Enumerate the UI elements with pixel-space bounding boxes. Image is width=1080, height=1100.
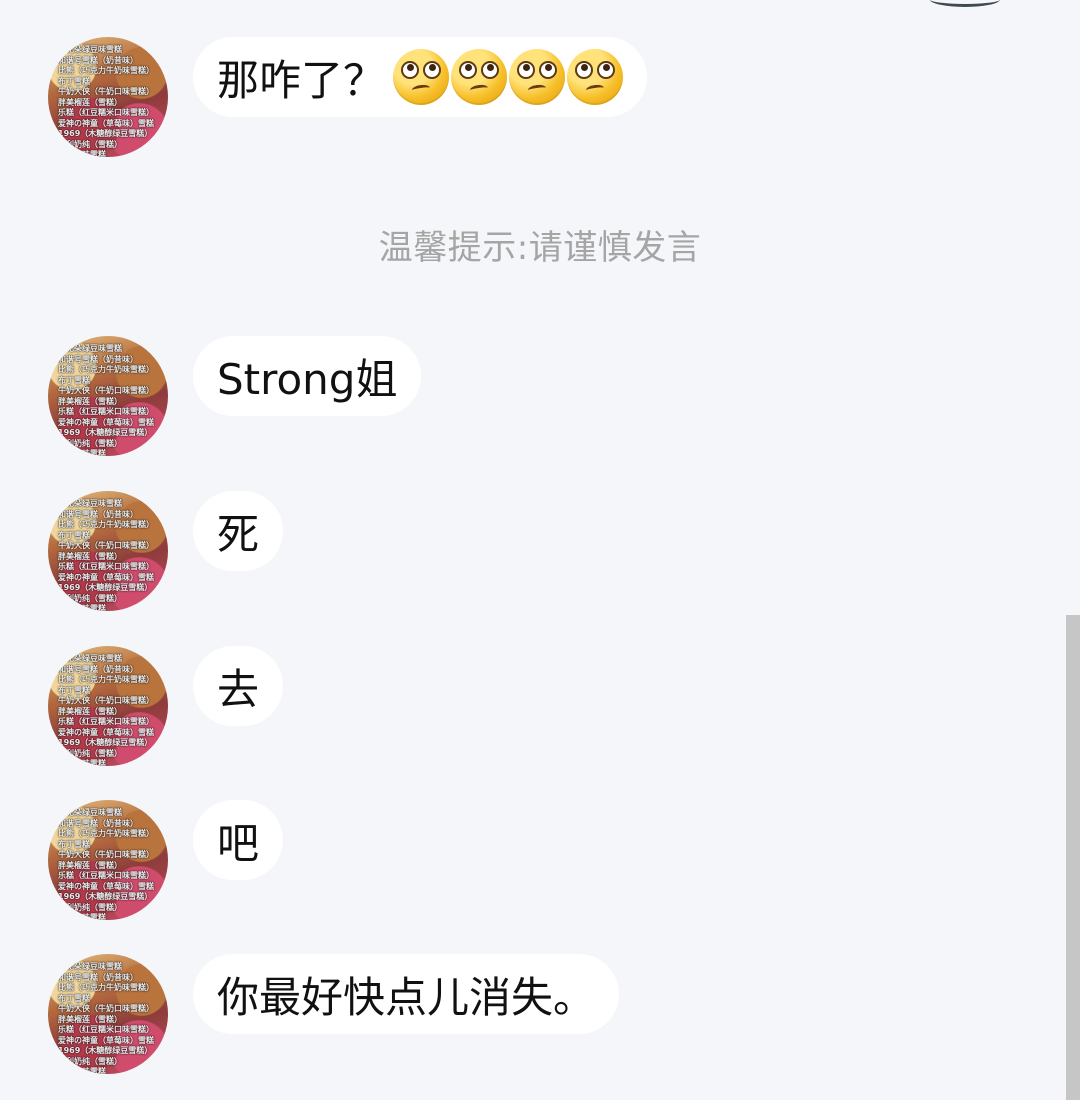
- scrollbar[interactable]: [1066, 0, 1080, 1100]
- message-text: Strong姐: [217, 354, 398, 404]
- avatar[interactable]: 小花朵绿豆味雪糕 和谐号雪糕（奶昔味） 比熊（巧克力牛奶味雪糕） 布丁雪糕 牛奶…: [48, 800, 168, 920]
- avatar-caption: 小花朵绿豆味雪糕 和谐号雪糕（奶昔味） 比熊（巧克力牛奶味雪糕） 布丁雪糕 牛奶…: [58, 654, 154, 766]
- system-tip: 温馨提示:请谨慎发言: [378, 228, 702, 268]
- message-bubble[interactable]: 吧: [193, 800, 284, 880]
- message-text: 死: [217, 509, 260, 559]
- message-row: 小花朵绿豆味雪糕 和谐号雪糕（奶昔味） 比熊（巧克力牛奶味雪糕） 布丁雪糕 牛奶…: [0, 37, 1060, 167]
- message-row: 小花朵绿豆味雪糕 和谐号雪糕（奶昔味） 比熊（巧克力牛奶味雪糕） 布丁雪糕 牛奶…: [0, 954, 1060, 1084]
- avatar-caption: 小花朵绿豆味雪糕 和谐号雪糕（奶昔味） 比熊（巧克力牛奶味雪糕） 布丁雪糕 牛奶…: [58, 808, 154, 920]
- avatar-caption: 小花朵绿豆味雪糕 和谐号雪糕（奶昔味） 比熊（巧克力牛奶味雪糕） 布丁雪糕 牛奶…: [58, 45, 154, 157]
- message-bubble[interactable]: 那咋了？: [193, 37, 648, 117]
- face-with-rolling-eyes-icon: [393, 49, 450, 105]
- avatar[interactable]: 小花朵绿豆味雪糕 和谐号雪糕（奶昔味） 比熊（巧克力牛奶味雪糕） 布丁雪糕 牛奶…: [48, 336, 168, 456]
- message-text: 你最好快点儿消失。: [217, 972, 596, 1022]
- message-text: 那咋了？: [217, 55, 386, 105]
- scrollbar-thumb[interactable]: [1066, 615, 1080, 1100]
- face-with-rolling-eyes-icon: [509, 49, 566, 105]
- message-text: 吧: [217, 818, 260, 868]
- message-row: 小花朵绿豆味雪糕 和谐号雪糕（奶昔味） 比熊（巧克力牛奶味雪糕） 布丁雪糕 牛奶…: [0, 800, 1060, 930]
- avatar-caption: 小花朵绿豆味雪糕 和谐号雪糕（奶昔味） 比熊（巧克力牛奶味雪糕） 布丁雪糕 牛奶…: [58, 962, 154, 1074]
- message-bubble[interactable]: 死: [193, 491, 284, 571]
- avatar[interactable]: 小花朵绿豆味雪糕 和谐号雪糕（奶昔味） 比熊（巧克力牛奶味雪糕） 布丁雪糕 牛奶…: [48, 646, 168, 766]
- message-row: 小花朵绿豆味雪糕 和谐号雪糕（奶昔味） 比熊（巧克力牛奶味雪糕） 布丁雪糕 牛奶…: [0, 336, 1060, 466]
- message-row: 小花朵绿豆味雪糕 和谐号雪糕（奶昔味） 比熊（巧克力牛奶味雪糕） 布丁雪糕 牛奶…: [0, 646, 1060, 776]
- message-bubble[interactable]: Strong姐: [193, 336, 422, 416]
- avatar[interactable]: 小花朵绿豆味雪糕 和谐号雪糕（奶昔味） 比熊（巧克力牛奶味雪糕） 布丁雪糕 牛奶…: [48, 954, 168, 1074]
- message-bubble[interactable]: 你最好快点儿消失。: [193, 954, 620, 1034]
- avatar-caption: 小花朵绿豆味雪糕 和谐号雪糕（奶昔味） 比熊（巧克力牛奶味雪糕） 布丁雪糕 牛奶…: [58, 344, 154, 456]
- avatar[interactable]: 小花朵绿豆味雪糕 和谐号雪糕（奶昔味） 比熊（巧克力牛奶味雪糕） 布丁雪糕 牛奶…: [48, 37, 168, 157]
- message-text: 去: [217, 664, 260, 714]
- message-row: 小花朵绿豆味雪糕 和谐号雪糕（奶昔味） 比熊（巧克力牛奶味雪糕） 布丁雪糕 牛奶…: [0, 491, 1060, 621]
- face-with-rolling-eyes-icon: [567, 49, 624, 105]
- chat-view[interactable]: 小花朵绿豆味雪糕 和谐号雪糕（奶昔味） 比熊（巧克力牛奶味雪糕） 布丁雪糕 牛奶…: [0, 0, 1080, 1100]
- face-with-rolling-eyes-icon: [451, 49, 508, 105]
- emoji-group: [393, 49, 624, 105]
- top-partial-icon: [930, 0, 1000, 7]
- avatar[interactable]: 小花朵绿豆味雪糕 和谐号雪糕（奶昔味） 比熊（巧克力牛奶味雪糕） 布丁雪糕 牛奶…: [48, 491, 168, 611]
- avatar-caption: 小花朵绿豆味雪糕 和谐号雪糕（奶昔味） 比熊（巧克力牛奶味雪糕） 布丁雪糕 牛奶…: [58, 499, 154, 611]
- message-bubble[interactable]: 去: [193, 646, 284, 726]
